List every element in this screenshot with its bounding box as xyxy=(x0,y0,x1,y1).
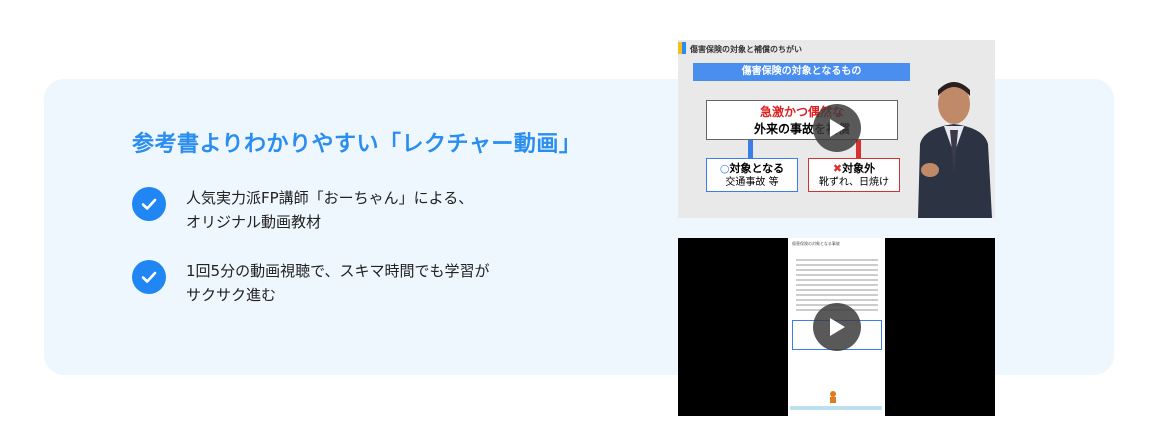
slide-title: 傷害保険の対象と補償のちがい xyxy=(690,45,802,54)
definition-line2: 外来の事故を補償 xyxy=(753,122,850,136)
lecture-video-thumbnail[interactable]: 傷害保険の対象と補償のちがい 傷害保険の対象となるもの 急激かつ偶然な 外来の事… xyxy=(678,40,995,218)
connector-line xyxy=(856,140,861,158)
slide-definition-box: 急激かつ偶然な 外来の事故を補償 xyxy=(706,100,898,140)
check-icon xyxy=(132,260,166,294)
excluded-example: 靴ずれ、日焼け xyxy=(818,177,890,188)
cross-icon: ✖ xyxy=(832,162,843,175)
definition-line1: 急激かつ偶然な xyxy=(759,105,844,119)
feature-item: 人気実力派FP講師「おーちゃん」による、 オリジナル動画教材 xyxy=(132,187,473,234)
feature-item: 1回5分の動画視聴で、スキマ時間でも学習が サクサク進む xyxy=(132,260,490,307)
page-title: 傷害保険の対象となる事故 xyxy=(792,241,840,246)
play-icon xyxy=(830,318,845,336)
target-example: 交通事故 等 xyxy=(725,177,779,188)
lecture-video-thumbnail[interactable]: 傷害保険の対象となる事故 xyxy=(678,238,995,416)
play-icon xyxy=(830,119,845,137)
slide-banner: 傷害保険の対象となるもの xyxy=(693,63,910,81)
feature-text: 人気実力派FP講師「おーちゃん」による、 オリジナル動画教材 xyxy=(186,189,474,231)
play-button[interactable] xyxy=(813,104,861,152)
presenter-image xyxy=(918,82,992,218)
play-button[interactable] xyxy=(813,303,861,351)
page-footer-bar xyxy=(790,406,882,410)
check-icon xyxy=(132,187,166,221)
mascot-icon xyxy=(830,391,836,403)
connector-line xyxy=(748,140,753,158)
slide-accent xyxy=(682,42,686,54)
excluded-box: ✖対象外 靴ずれ、日焼け xyxy=(808,158,900,192)
section-heading: 参考書よりわかりやすい「レクチャー動画」 xyxy=(132,132,582,157)
target-box: ○対象となる 交通事故 等 xyxy=(706,158,798,192)
feature-text: 1回5分の動画視聴で、スキマ時間でも学習が サクサク進む xyxy=(186,262,490,304)
